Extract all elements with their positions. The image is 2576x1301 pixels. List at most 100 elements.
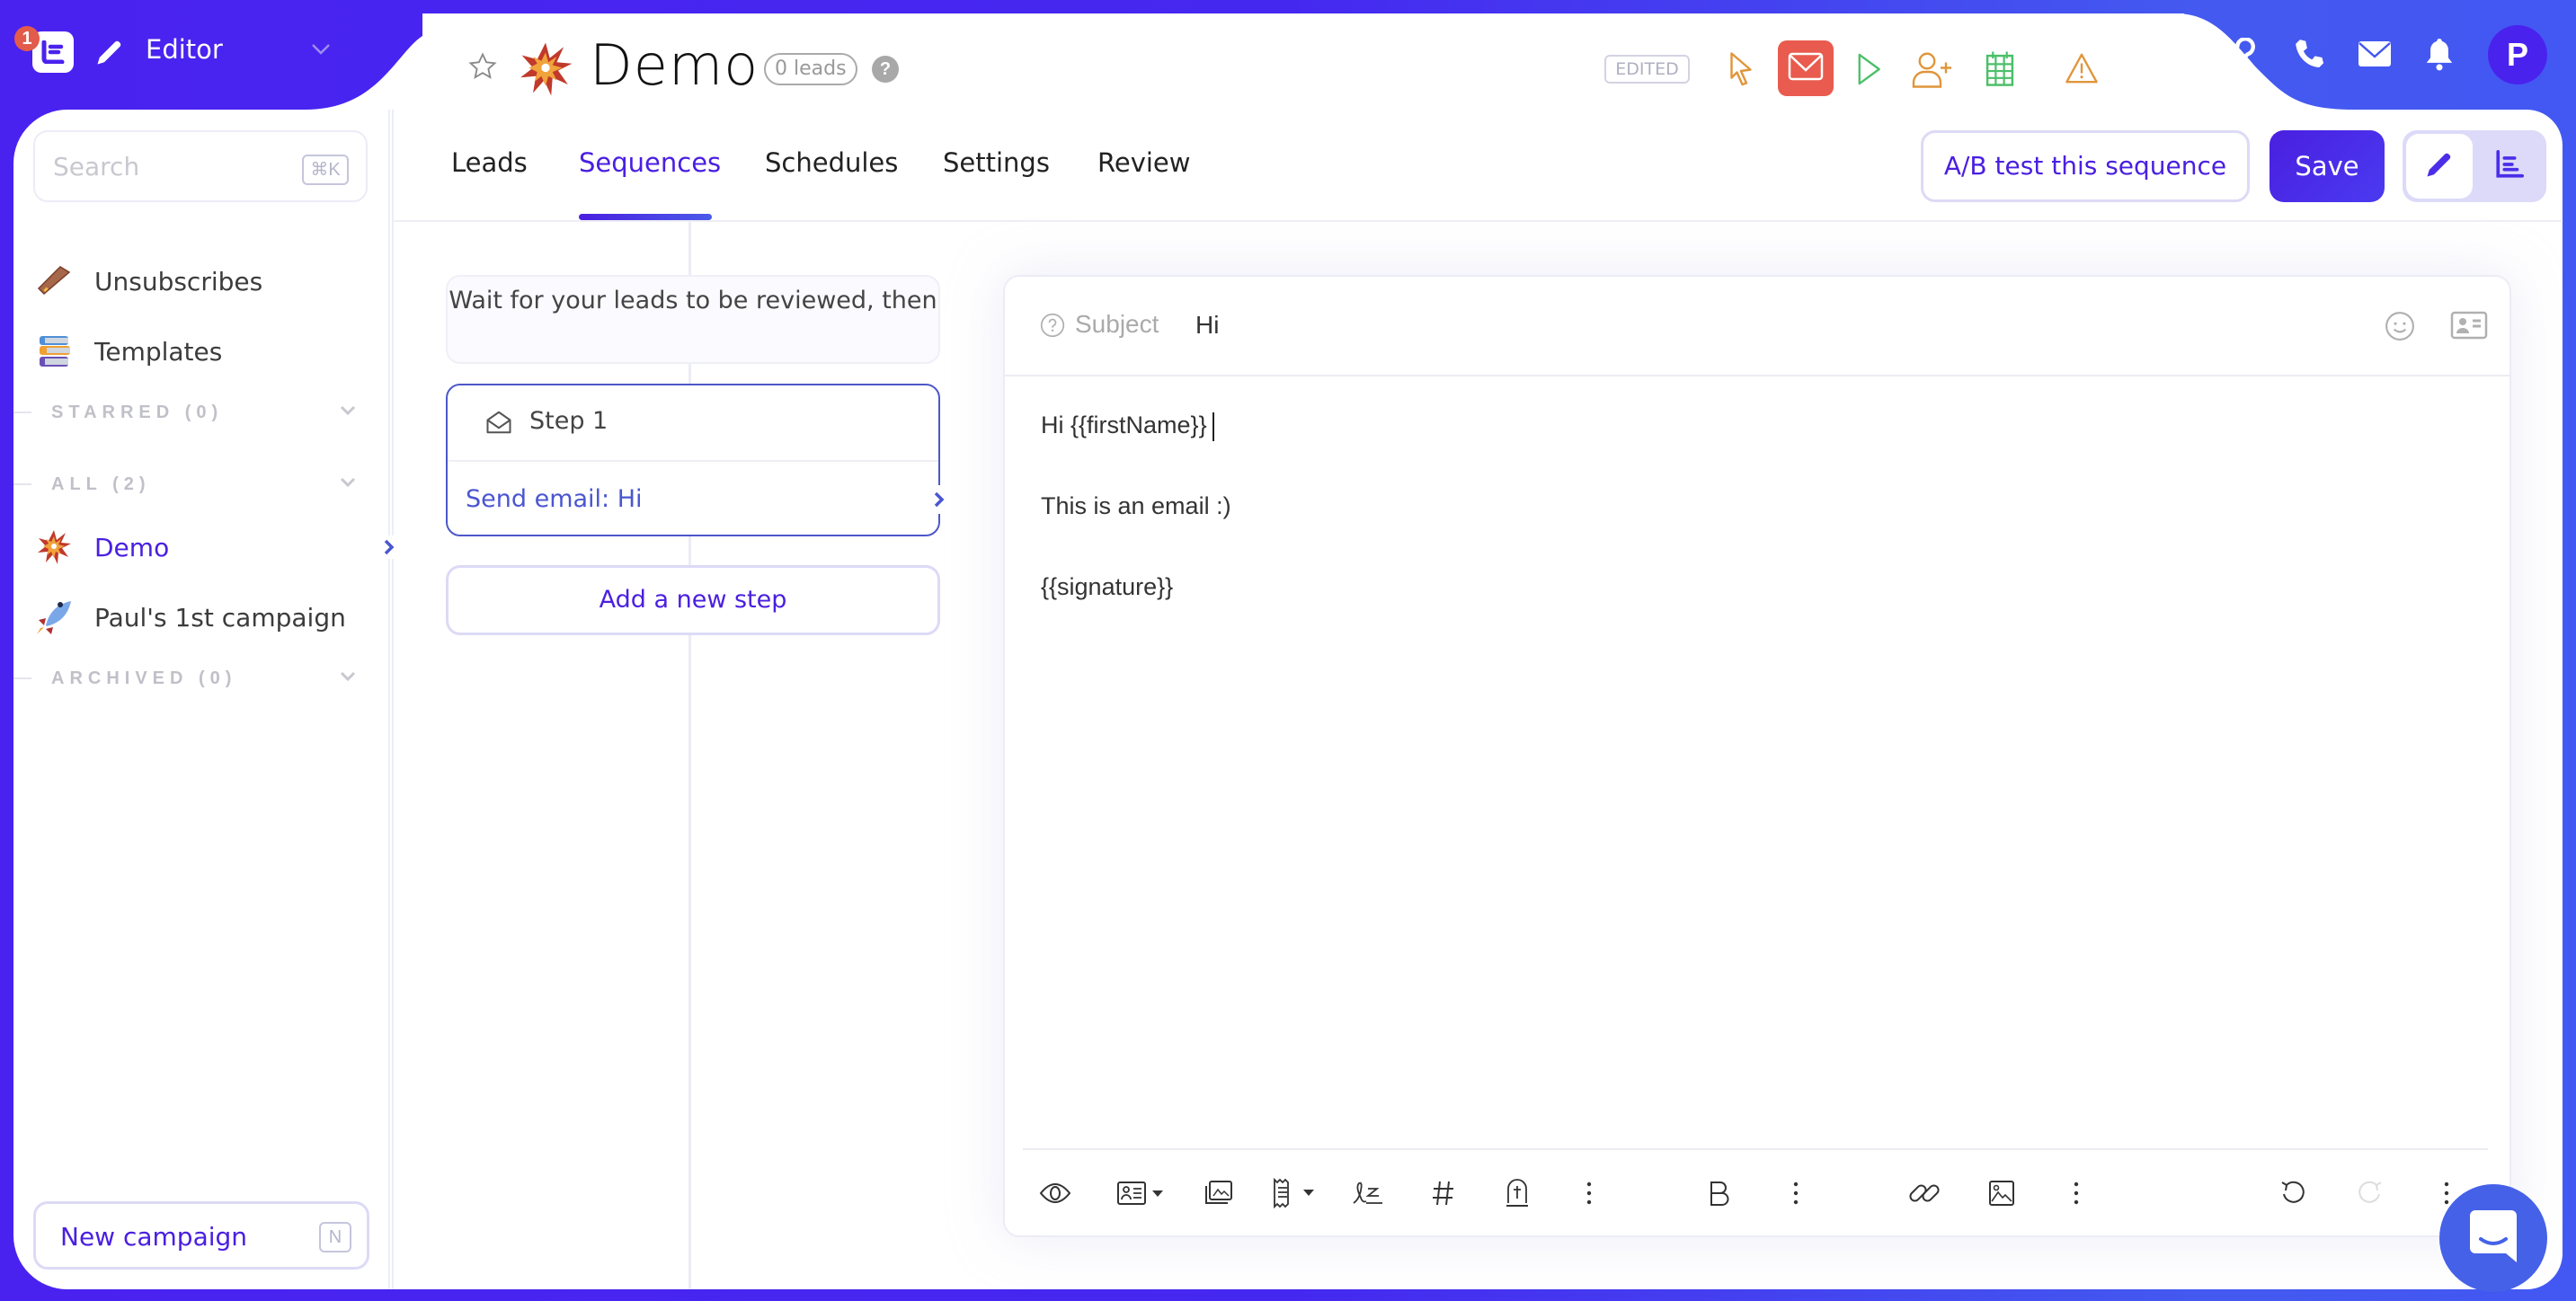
- contact-card-icon[interactable]: [2450, 311, 2488, 344]
- rocket-icon: [33, 597, 75, 638]
- play-icon[interactable]: [1855, 52, 1882, 91]
- section-archived[interactable]: ARCHIVED (0): [13, 665, 364, 692]
- chevron-down-icon[interactable]: [339, 476, 357, 493]
- more-options-icon[interactable]: [2073, 1175, 2080, 1211]
- email-body-editor[interactable]: Hi {{firstName}} This is an email :) {{s…: [1041, 412, 2479, 1130]
- toolbar-divider: [1023, 1148, 2488, 1150]
- help-icon[interactable]: ?: [872, 56, 899, 83]
- sidebar-item-unsubscribes[interactable]: Unsubscribes: [33, 256, 384, 306]
- chart-icon: [2494, 149, 2525, 184]
- campaign-item-demo[interactable]: Demo: [33, 522, 384, 572]
- books-icon: [33, 331, 75, 372]
- warning-icon[interactable]: [2064, 52, 2100, 89]
- sidebar-item-templates[interactable]: Templates: [33, 326, 384, 376]
- save-button[interactable]: Save: [2270, 130, 2385, 202]
- section-label: STARRED (0): [51, 402, 224, 422]
- sidebar-divider[interactable]: [388, 110, 394, 1289]
- new-campaign-shortcut: N: [319, 1222, 351, 1252]
- mode-label[interactable]: Editor: [146, 34, 223, 65]
- more-options-icon[interactable]: [1792, 1175, 1799, 1211]
- leads-count-badge: 0 leads: [764, 53, 857, 85]
- tab-review[interactable]: Review: [1097, 147, 1190, 178]
- chevron-down-icon[interactable]: [311, 43, 331, 60]
- calendar-icon[interactable]: [1985, 49, 2015, 93]
- image-icon[interactable]: [1988, 1175, 2015, 1211]
- signature-icon[interactable]: [1350, 1175, 1384, 1211]
- bell-icon[interactable]: [2424, 36, 2455, 76]
- search-input[interactable]: [53, 148, 287, 184]
- redo-icon[interactable]: [2357, 1175, 2384, 1211]
- open-envelope-icon: [485, 409, 512, 440]
- new-campaign-label: New campaign: [60, 1222, 248, 1252]
- add-step-button[interactable]: Add a new step: [446, 565, 940, 635]
- chat-icon: [2468, 1208, 2518, 1269]
- mail-icon[interactable]: [2358, 40, 2392, 72]
- pencil-icon: [2423, 148, 2456, 185]
- tab-settings[interactable]: Settings: [943, 147, 1050, 178]
- divider: [13, 412, 31, 413]
- preview-icon[interactable]: [1039, 1175, 1071, 1211]
- more-options-icon[interactable]: [1586, 1175, 1593, 1211]
- sidebar-item-label: Unsubscribes: [94, 266, 263, 296]
- star-icon[interactable]: [467, 51, 498, 86]
- explosion-icon: [518, 41, 573, 102]
- wait-condition[interactable]: Wait for your leads to be reviewed, then: [446, 275, 940, 364]
- phone-icon[interactable]: [2293, 37, 2327, 75]
- coffin-icon: [33, 261, 75, 302]
- gallery-icon[interactable]: [1204, 1175, 1233, 1211]
- campaign-label: Paul's 1st campaign: [94, 602, 346, 633]
- text-cursor: [1212, 412, 1214, 441]
- variables-dropdown[interactable]: [1116, 1175, 1165, 1211]
- hashtag-icon[interactable]: [1431, 1175, 1456, 1211]
- chevron-right-icon[interactable]: [929, 485, 949, 514]
- tab-leads[interactable]: Leads: [451, 147, 528, 178]
- section-label: ARCHIVED (0): [51, 668, 237, 688]
- tab-sequences[interactable]: Sequences: [579, 147, 721, 178]
- help-circle-icon[interactable]: [1040, 313, 1065, 342]
- emoji-icon[interactable]: [2385, 311, 2415, 346]
- chevron-right-icon[interactable]: [381, 535, 397, 559]
- step-action: Send email: Hi: [466, 485, 643, 513]
- support-chat-button[interactable]: [2439, 1184, 2547, 1292]
- step-header: Step 1: [448, 385, 938, 462]
- notification-badge: 1: [14, 26, 40, 51]
- tab-schedules[interactable]: Schedules: [765, 147, 898, 178]
- subject-label: Subject: [1075, 310, 1159, 338]
- divider: [13, 483, 31, 485]
- pencil-icon: [93, 36, 126, 73]
- new-campaign-button[interactable]: New campaign N: [33, 1201, 369, 1270]
- avatar[interactable]: P: [2488, 25, 2547, 84]
- bold-icon[interactable]: [1708, 1175, 1731, 1211]
- templates-dropdown[interactable]: [1271, 1175, 1321, 1211]
- cursor-icon[interactable]: [1728, 50, 1754, 91]
- step-title: Step 1: [529, 407, 608, 435]
- subject-input[interactable]: [1195, 304, 2274, 347]
- campaign-title[interactable]: Demo: [590, 32, 759, 98]
- campaign-label: Demo: [94, 532, 170, 562]
- stats-view-button[interactable]: [2476, 134, 2543, 199]
- link-icon[interactable]: [1907, 1175, 1943, 1211]
- edit-view-button[interactable]: [2406, 134, 2473, 199]
- body-line: {{signature}}: [1041, 573, 1174, 600]
- status-badge: EDITED: [1604, 55, 1690, 84]
- mail-icon: [1788, 52, 1824, 85]
- explosion-icon: [33, 527, 75, 568]
- campaign-item-pauls-1st-campaign[interactable]: Paul's 1st campaign: [33, 592, 384, 642]
- help-icon[interactable]: [2232, 37, 2259, 76]
- step-card[interactable]: Step 1 Send email: Hi: [446, 384, 940, 536]
- sequence-connector-line: [688, 222, 691, 1289]
- view-toggle: [2403, 130, 2546, 202]
- ab-test-button[interactable]: A/B test this sequence: [1921, 130, 2250, 202]
- unsubscribe-icon[interactable]: [1505, 1175, 1530, 1211]
- active-tab-indicator: [579, 214, 712, 220]
- chevron-down-icon[interactable]: [339, 404, 357, 421]
- body-line: Hi {{firstName}}: [1041, 412, 2479, 492]
- subject-row: Subject: [1005, 277, 2509, 376]
- mail-status-button[interactable]: [1778, 40, 1834, 96]
- undo-icon[interactable]: [2279, 1175, 2306, 1211]
- search-box[interactable]: ⌘K: [33, 130, 368, 202]
- section-all[interactable]: ALL (2): [13, 471, 364, 498]
- chevron-down-icon[interactable]: [339, 670, 357, 687]
- add-user-icon[interactable]: [1911, 50, 1954, 93]
- section-starred[interactable]: STARRED (0): [13, 399, 364, 426]
